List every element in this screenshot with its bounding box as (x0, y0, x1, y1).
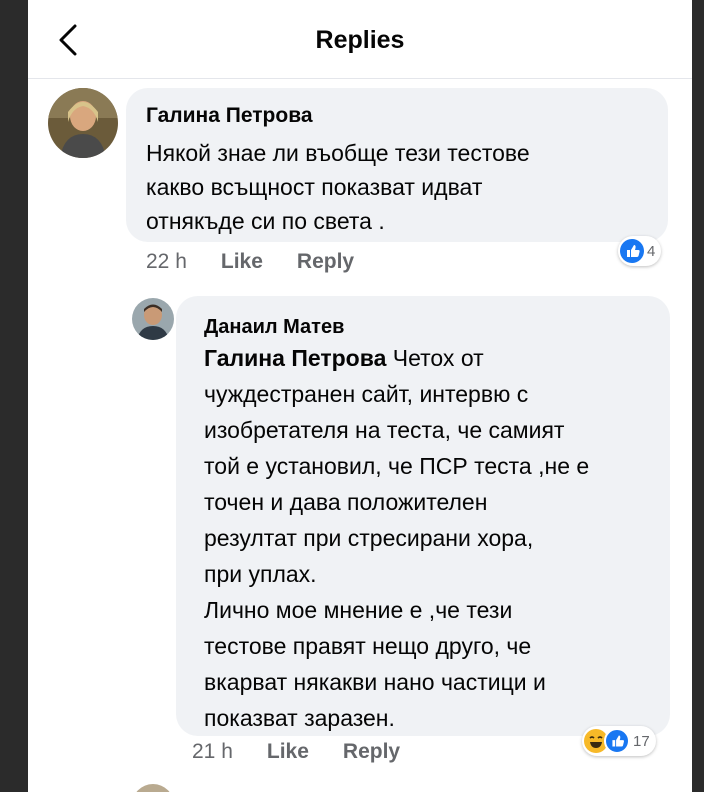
reaction-count: 4 (647, 242, 656, 260)
reaction-summary[interactable]: 17 (582, 726, 656, 756)
avatar-image (132, 298, 174, 340)
reply-text: чуждестранен сайт, интервю с изобретател… (204, 381, 590, 731)
comment-author[interactable]: Галина Петрова (146, 104, 313, 128)
comment-time[interactable]: 22 h (146, 250, 187, 274)
reply-actions: 21 h Like Reply (192, 740, 434, 764)
reply-button[interactable]: Reply (343, 740, 400, 764)
avatar-galina[interactable] (48, 88, 118, 158)
comment-bubble: Галина Петрова Някой знае ли въобще тези… (126, 88, 668, 242)
replies-header: Replies (28, 0, 692, 79)
page-title: Replies (315, 26, 405, 54)
avatar-image (48, 88, 118, 158)
mention-link[interactable]: Галина Петрова (204, 345, 386, 371)
reaction-summary[interactable]: 4 (618, 236, 662, 266)
reply-time[interactable]: 21 h (192, 740, 233, 764)
comment-actions: 22 h Like Reply (146, 250, 388, 274)
avatar-danail[interactable] (132, 298, 174, 340)
like-reaction-icon (604, 728, 630, 754)
comment-text: Някой знае ли въобще тези тестове какво … (146, 140, 530, 234)
like-button[interactable]: Like (221, 250, 263, 274)
avatar-next-reply[interactable] (132, 784, 174, 792)
reaction-count: 17 (633, 732, 650, 750)
reply-bubble: Данаил Матев Галина Петрова Четох от чуж… (176, 296, 670, 736)
reply-first-line: Галина Петрова Четох от (204, 340, 484, 376)
like-reaction-icon (620, 239, 644, 263)
like-button[interactable]: Like (267, 740, 309, 764)
reply-button[interactable]: Reply (297, 250, 354, 274)
phone-screen: Replies Галина Петрова Някой знае ли въо… (28, 0, 692, 792)
reply-text-start: Четох от (392, 345, 484, 371)
reply-author[interactable]: Данаил Матев (204, 316, 344, 339)
